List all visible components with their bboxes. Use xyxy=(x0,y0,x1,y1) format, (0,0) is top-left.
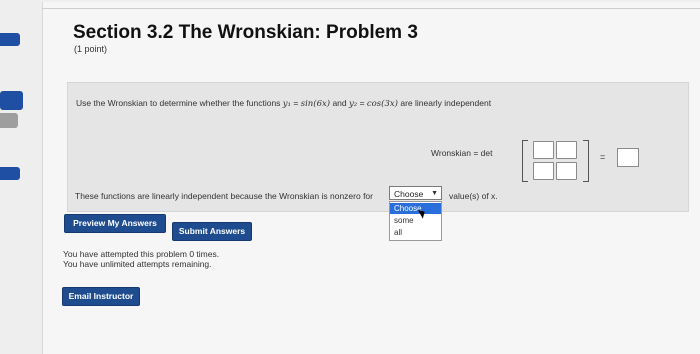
reason-suffix: value(s) of x. xyxy=(449,191,498,201)
matrix-cell-1-2[interactable] xyxy=(556,141,577,159)
choose-select[interactable]: Choose ▼ xyxy=(389,186,442,200)
sidebar-tab-2[interactable] xyxy=(0,91,23,110)
eq1: = xyxy=(291,98,301,108)
question-prefix: Use the Wronskian to determine whether t… xyxy=(76,98,283,108)
sidebar-tab-4[interactable] xyxy=(0,167,20,180)
wronskian-answer-input[interactable] xyxy=(617,148,639,167)
equals-sign: = xyxy=(600,152,606,162)
submit-answers-button[interactable]: Submit Answers xyxy=(172,222,252,241)
matrix-cell-1-1[interactable] xyxy=(533,141,554,159)
chevron-down-icon: ▼ xyxy=(431,190,438,197)
preview-answers-button[interactable]: Preview My Answers xyxy=(64,214,166,233)
email-instructor-button[interactable]: Email Instructor xyxy=(62,287,140,306)
wronskian-label: Wronskian = det xyxy=(431,148,493,158)
question-suffix: are linearly independent xyxy=(397,98,492,108)
matrix-cell-2-2[interactable] xyxy=(556,162,577,180)
y2-label: y₂ xyxy=(349,99,358,109)
select-value: Choose xyxy=(394,189,424,199)
matrix-left-bracket xyxy=(522,140,528,182)
and-text: and xyxy=(330,98,349,108)
question-text: Use the Wronskian to determine whether t… xyxy=(76,98,491,109)
remaining-text: You have unlimited attempts remaining. xyxy=(63,259,212,269)
page-title: Section 3.2 The Wronskian: Problem 3 xyxy=(73,22,418,43)
y1-label: y₁ xyxy=(282,99,292,109)
sidebar-tab-3[interactable] xyxy=(0,113,18,128)
attempts-text: You have attempted this problem 0 times. xyxy=(63,249,220,259)
option-some[interactable]: some xyxy=(390,215,441,226)
points-label: (1 point) xyxy=(74,44,108,54)
eq2: = xyxy=(357,98,367,108)
function-2: cos(3x) xyxy=(366,99,398,109)
reason-text: These functions are linearly independent… xyxy=(75,191,373,201)
matrix-cell-2-1[interactable] xyxy=(533,162,554,180)
option-choose[interactable]: Choose xyxy=(390,203,441,214)
select-dropdown: Choose some all xyxy=(389,201,442,241)
option-all[interactable]: all xyxy=(390,227,441,238)
sidebar-tab-1[interactable] xyxy=(0,33,20,46)
function-1: sin(6x) xyxy=(300,99,331,109)
matrix-right-bracket xyxy=(583,140,589,182)
divider xyxy=(42,8,700,9)
